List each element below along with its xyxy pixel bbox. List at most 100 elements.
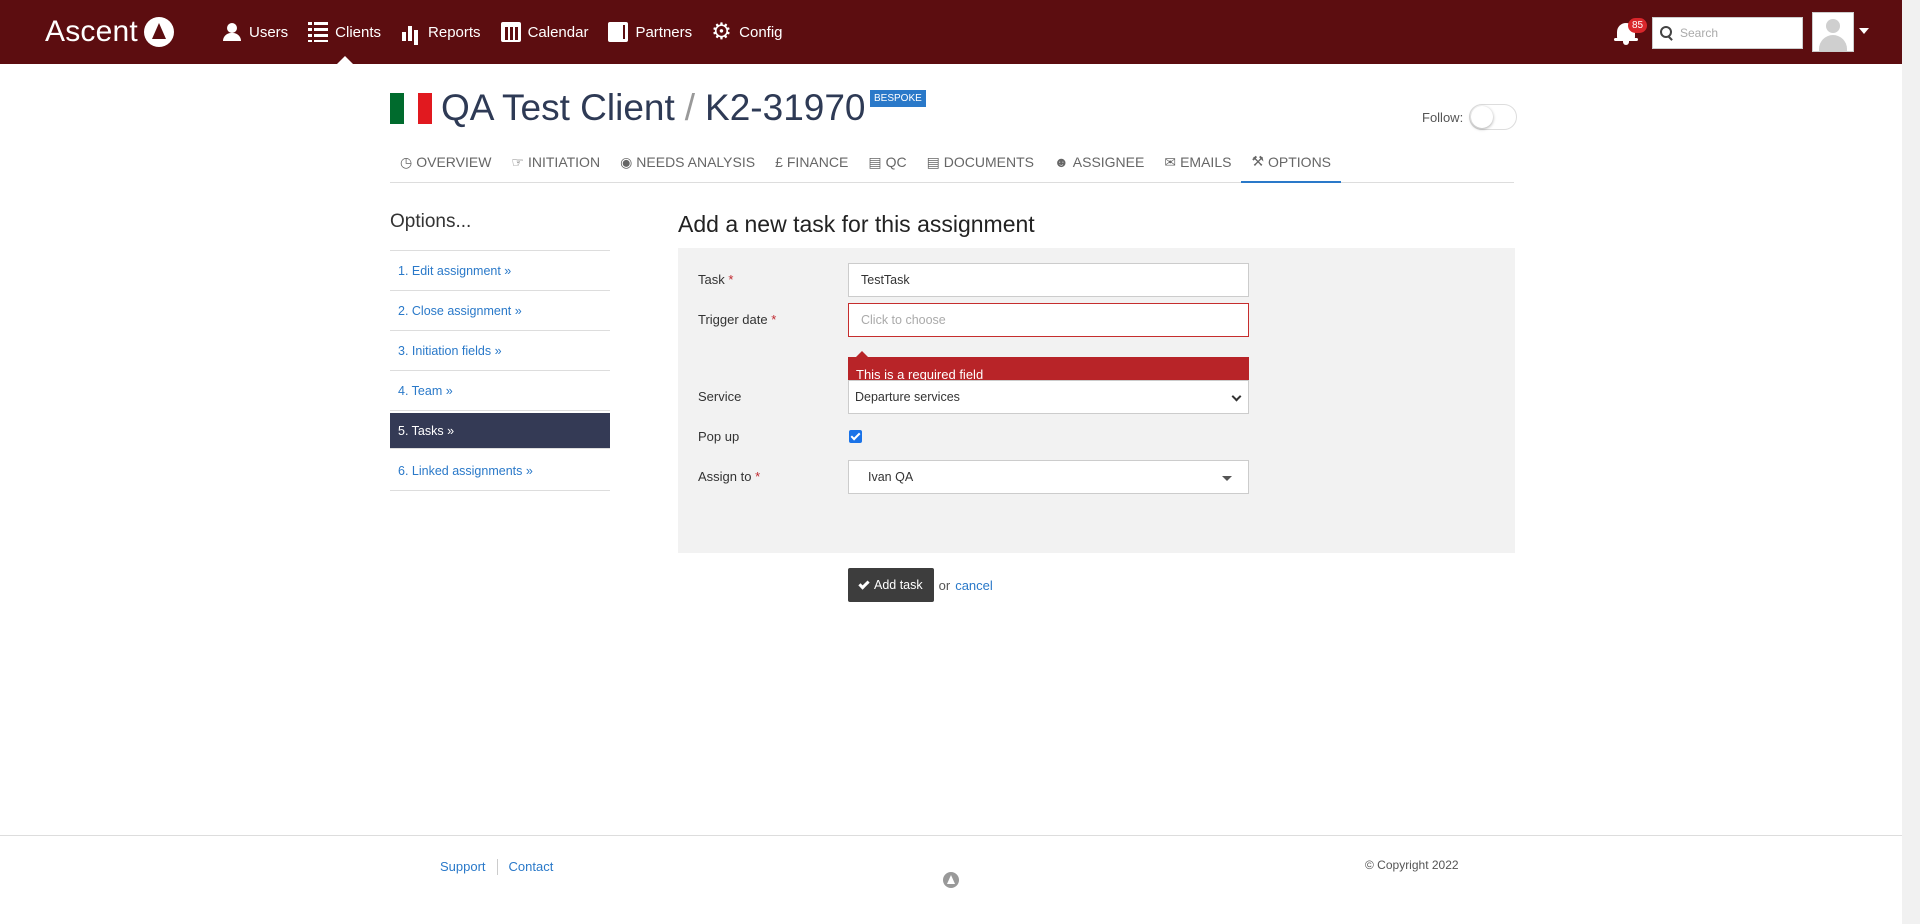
sidebar-item-close-assignment[interactable]: 2. Close assignment » <box>390 291 610 331</box>
contact-link[interactable]: Contact <box>509 859 554 875</box>
trigger-date-input[interactable]: Click to choose <box>848 303 1249 337</box>
assignment-id: K2-31970 <box>705 87 866 128</box>
or-text: or <box>938 577 951 593</box>
nav-item-clients[interactable]: Clients <box>308 0 381 64</box>
popup-label: Pop up <box>698 429 740 444</box>
calendar-icon <box>500 22 521 42</box>
nav-label: Users <box>249 23 289 41</box>
tab-label: FINANCE <box>786 154 849 170</box>
page-title: QA Test Client / K2-31970 <box>441 86 866 130</box>
tab-label: QC <box>885 154 907 170</box>
bespoke-badge: BESPOKE <box>870 90 926 107</box>
tab-label: ASSIGNEE <box>1072 154 1145 170</box>
tab-label: OPTIONS <box>1268 153 1332 170</box>
italy-flag-icon <box>390 93 432 124</box>
nav-item-users[interactable]: Users <box>222 0 288 64</box>
assign-to-select[interactable]: Ivan QA <box>848 460 1249 494</box>
main-nav: Users Clients Reports Calendar Partners … <box>222 0 803 64</box>
pointer-icon: ☞ <box>511 153 524 170</box>
trigger-date-label: Trigger date * <box>698 312 777 327</box>
nav-item-config[interactable]: Config <box>711 0 783 64</box>
task-label: Task * <box>698 272 734 287</box>
top-navbar: Ascent Users Clients Reports Calendar Pa… <box>0 0 1902 64</box>
copyright: © Copyright 2022 <box>1365 858 1459 872</box>
tab-overview[interactable]: ◷ OVERVIEW <box>390 142 501 182</box>
follow-toggle[interactable] <box>1469 104 1518 130</box>
popup-checkbox[interactable] <box>849 430 862 443</box>
options-heading: Options... <box>390 211 472 232</box>
assign-to-value: Ivan QA <box>868 470 914 484</box>
nav-item-partners[interactable]: Partners <box>608 0 692 64</box>
client-name: QA Test Client <box>441 87 675 128</box>
cancel-link[interactable]: cancel <box>955 578 993 593</box>
add-task-form: Task * TestTask Trigger date * Click to … <box>678 248 1515 553</box>
tab-assignee[interactable]: ☻ ASSIGNEE <box>1044 142 1154 182</box>
sidebar-item-linked-assignments[interactable]: 6. Linked assignments » <box>390 451 610 491</box>
footer-divider <box>496 859 498 875</box>
search-box <box>1652 17 1803 49</box>
user-icon: ☻ <box>1054 154 1069 170</box>
tab-emails[interactable]: ✉ EMAILS <box>1154 142 1241 182</box>
chevron-down-icon <box>1231 391 1242 402</box>
trigger-date-placeholder: Click to choose <box>861 313 946 327</box>
tab-label: NEEDS ANALYSIS <box>636 154 756 170</box>
nav-item-calendar[interactable]: Calendar <box>500 0 589 64</box>
list-icon <box>308 22 329 42</box>
ascent-logo-icon <box>943 872 959 888</box>
form-actions: Add task or cancel <box>848 568 993 602</box>
support-link[interactable]: Support <box>440 859 486 875</box>
envelope-icon: ✉ <box>1164 153 1177 170</box>
search-input[interactable] <box>1680 26 1800 40</box>
tab-needs-analysis[interactable]: ◉ NEEDS ANALYSIS <box>610 142 765 182</box>
check-icon <box>858 577 870 590</box>
ascent-logo-icon <box>143 17 174 47</box>
tab-qc[interactable]: ▤ QC <box>858 142 916 182</box>
eye-icon: ◉ <box>620 153 633 170</box>
add-task-label: Add task <box>874 578 923 592</box>
book-icon <box>608 22 629 42</box>
service-value: Departure services <box>855 390 960 404</box>
tab-initiation[interactable]: ☞ INITIATION <box>501 142 610 182</box>
caret-down-icon[interactable] <box>1859 28 1869 34</box>
tab-finance[interactable]: £ FINANCE <box>765 142 858 182</box>
brand-name: Ascent <box>45 15 138 48</box>
sidebar-item-tasks[interactable]: 5. Tasks » <box>390 413 610 449</box>
pound-icon: £ <box>775 154 783 170</box>
sidebar-item-edit-assignment[interactable]: 1. Edit assignment » <box>390 251 610 291</box>
task-value: TestTask <box>861 273 910 287</box>
nav-label: Calendar <box>527 23 589 41</box>
sidebar-item-team[interactable]: 4. Team » <box>390 371 610 411</box>
nav-item-reports[interactable]: Reports <box>401 0 481 64</box>
tab-options[interactable]: ⚒ OPTIONS <box>1241 142 1342 183</box>
file-icon: ▤ <box>926 153 940 170</box>
user-avatar-icon[interactable] <box>1812 12 1854 52</box>
options-sidebar: 1. Edit assignment » 2. Close assignment… <box>390 250 610 491</box>
follow-control: Follow: <box>1422 104 1518 130</box>
assign-to-label: Assign to * <box>698 469 761 484</box>
tab-label: DOCUMENTS <box>943 154 1035 170</box>
tab-label: OVERVIEW <box>416 154 492 170</box>
page-scrollbar[interactable] <box>1902 0 1920 924</box>
sidebar-item-initiation-fields[interactable]: 3. Initiation fields » <box>390 331 610 371</box>
nav-label: Partners <box>635 23 693 41</box>
nav-label: Config <box>739 23 783 41</box>
brand-logo[interactable]: Ascent <box>45 14 174 50</box>
caret-down-icon <box>1222 476 1232 481</box>
service-select[interactable]: Departure services <box>848 380 1249 414</box>
add-task-button[interactable]: Add task <box>848 568 934 602</box>
nav-label: Reports <box>428 23 481 41</box>
footer: Support Contact © Copyright 2022 <box>0 835 1902 924</box>
wrench-icon: ⚒ <box>1251 153 1265 169</box>
form-title: Add a new task for this assignment <box>678 211 1035 237</box>
gear-icon <box>711 17 732 45</box>
tab-documents[interactable]: ▤ DOCUMENTS <box>917 142 1044 182</box>
service-label: Service <box>698 389 742 404</box>
clock-icon: ◷ <box>400 153 413 170</box>
title-separator: / <box>684 87 696 128</box>
tab-label: EMAILS <box>1180 154 1232 170</box>
nav-label: Clients <box>335 23 382 41</box>
follow-label: Follow: <box>1422 109 1464 125</box>
search-icon <box>1660 26 1674 40</box>
bar-chart-icon <box>401 22 421 42</box>
task-input[interactable]: TestTask <box>848 263 1249 297</box>
